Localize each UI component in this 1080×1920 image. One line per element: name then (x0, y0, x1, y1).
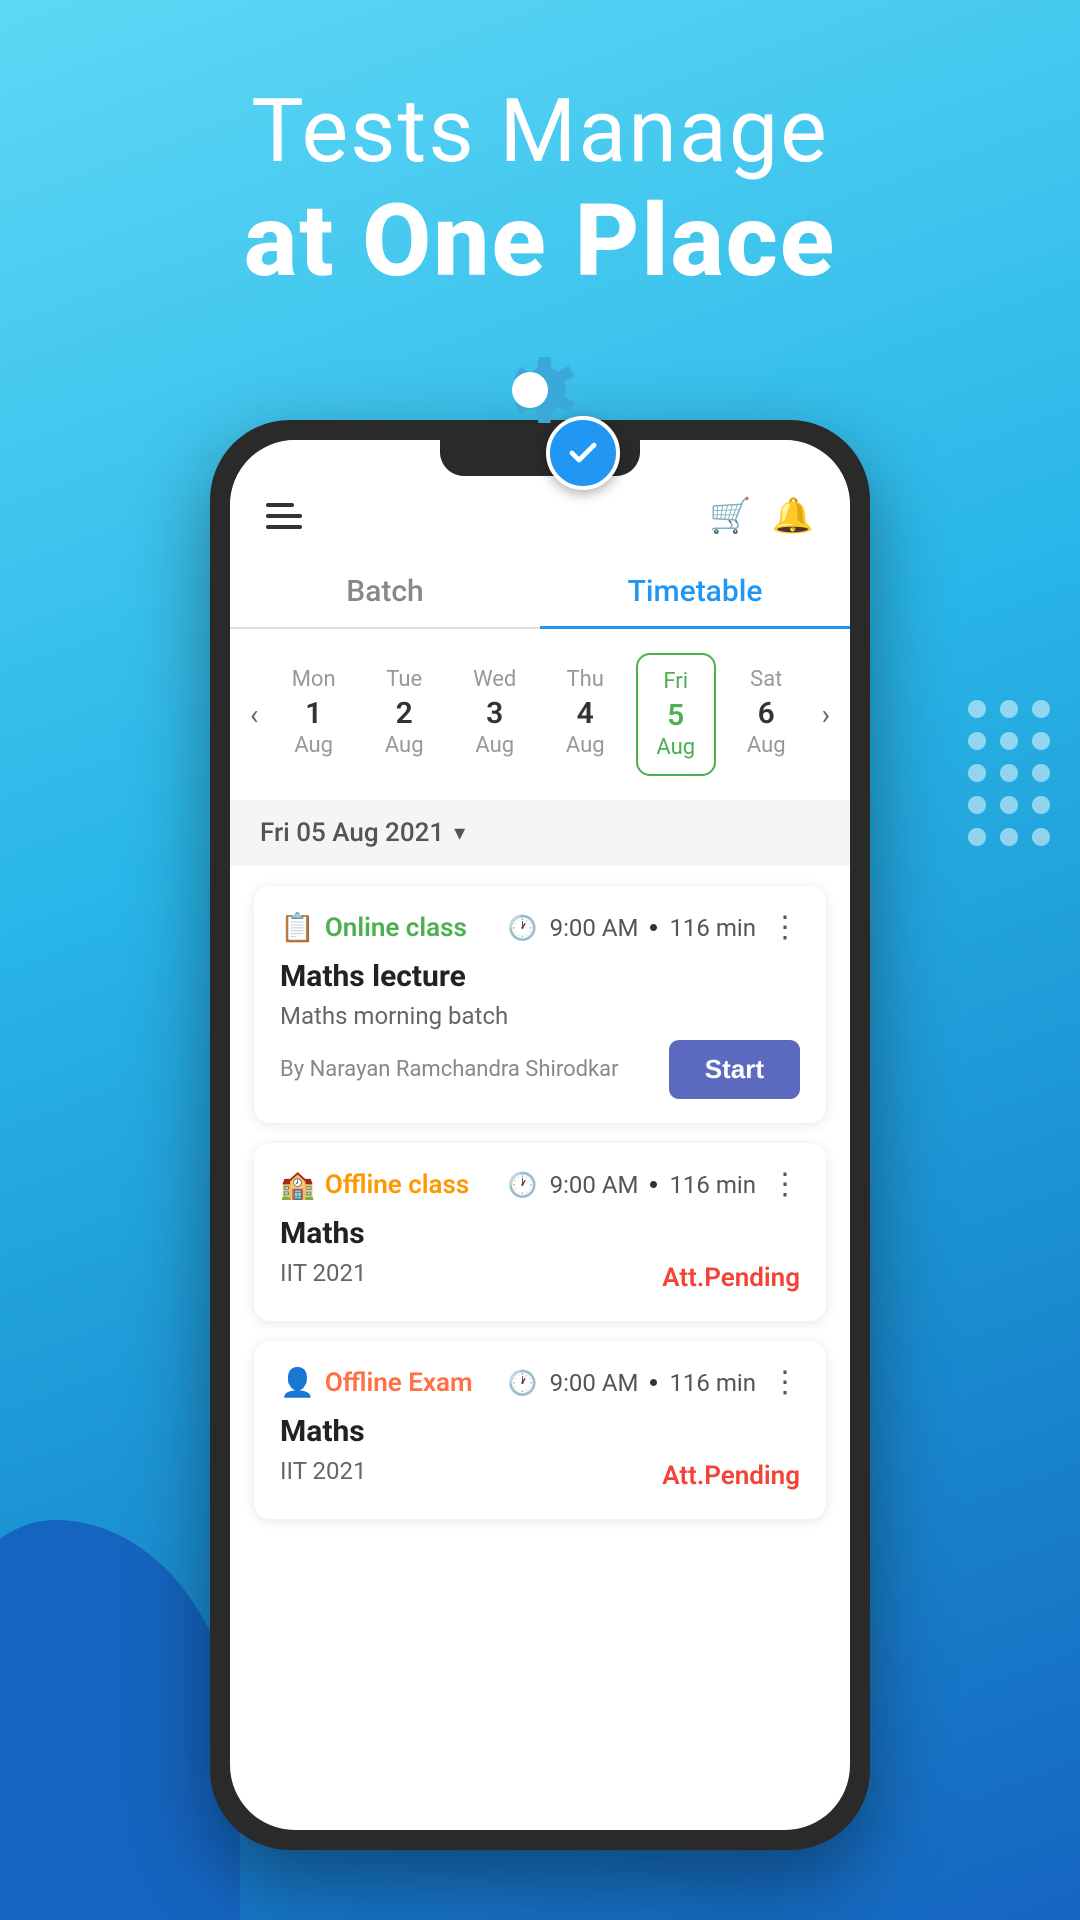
calendar-day-fri[interactable]: Fri 5 Aug (636, 653, 716, 776)
blob-decoration (0, 1520, 240, 1920)
type-text: Offline Exam (325, 1368, 473, 1398)
card-title: Maths lecture (280, 959, 800, 994)
calendar-row: ‹ Mon 1 Aug Tue 2 Aug Wed 3 Aug Thu 4 Au… (230, 629, 850, 800)
class-card-0: 📋 Online class 🕐 9:00 AM 116 min ⋮ Maths… (254, 886, 826, 1123)
card-type-label: 📋 Online class (280, 911, 467, 944)
calendar-day-wed[interactable]: Wed 3 Aug (455, 653, 535, 776)
card-meta: 🕐 9:00 AM 116 min (508, 1171, 756, 1199)
more-options-button[interactable]: ⋮ (770, 1167, 800, 1202)
card-type-label: 👤 Offline Exam (280, 1366, 473, 1399)
bell-icon[interactable]: 🔔 (772, 496, 814, 536)
calendar-next-arrow[interactable]: › (812, 698, 840, 731)
card-duration: 116 min (669, 914, 756, 942)
date-header[interactable]: Fri 05 Aug 2021 ▾ (230, 800, 850, 866)
phone-screen: 🛒 🔔 Batch Timetable ‹ Mon 1 Aug Tue 2 Au… (230, 440, 850, 1830)
att-pending-status: Att.Pending (662, 1461, 800, 1491)
card-subtitle: IIT 2021 (280, 1259, 366, 1287)
tab-batch[interactable]: Batch (230, 556, 540, 627)
card-meta: 🕐 9:00 AM 116 min (508, 914, 756, 942)
card-duration: 116 min (669, 1171, 756, 1199)
cart-icon[interactable]: 🛒 (709, 496, 751, 536)
card-meta: 🕐 9:00 AM 116 min (508, 1369, 756, 1397)
calendar-day-tue[interactable]: Tue 2 Aug (364, 653, 444, 776)
online-icon: 📋 (280, 911, 315, 944)
clock-icon: 🕐 (508, 914, 538, 942)
hero-line2: at One Place (0, 183, 1080, 300)
tabs-container: Batch Timetable (230, 556, 850, 629)
offline-icon: 🏫 (280, 1168, 315, 1201)
card-author: By Narayan Ramchandra Shirodkar (280, 1057, 619, 1082)
header-icons: 🛒 🔔 (709, 496, 814, 536)
card-footer: IIT 2021 Att.Pending (280, 1457, 800, 1495)
card-title: Maths (280, 1414, 800, 1449)
hero-section: Tests Manage at One Place (0, 0, 1080, 300)
class-card-1: 🏫 Offline class 🕐 9:00 AM 116 min ⋮ Math… (254, 1143, 826, 1321)
card-subtitle: IIT 2021 (280, 1457, 366, 1485)
card-time: 9:00 AM (550, 914, 639, 942)
calendar-day-thu[interactable]: Thu 4 Aug (545, 653, 625, 776)
card-time: 9:00 AM (550, 1171, 639, 1199)
phone-mockup: 🛒 🔔 Batch Timetable ‹ Mon 1 Aug Tue 2 Au… (210, 420, 870, 1850)
card-footer: By Narayan Ramchandra Shirodkar Start (280, 1040, 800, 1099)
separator-dot (650, 1181, 657, 1188)
calendar-days: Mon 1 Aug Tue 2 Aug Wed 3 Aug Thu 4 Aug … (268, 653, 811, 776)
calendar-day-mon[interactable]: Mon 1 Aug (274, 653, 354, 776)
hero-line1: Tests Manage (0, 80, 1080, 183)
gear-center (512, 372, 548, 408)
card-type-label: 🏫 Offline class (280, 1168, 469, 1201)
clock-icon: 🕐 (508, 1369, 538, 1397)
chevron-down-icon: ▾ (454, 821, 465, 846)
type-text: Offline class (325, 1170, 469, 1200)
card-time: 9:00 AM (550, 1369, 639, 1397)
exam-icon: 👤 (280, 1366, 315, 1399)
start-button[interactable]: Start (669, 1040, 800, 1099)
more-options-button[interactable]: ⋮ (770, 1365, 800, 1400)
cards-container: 📋 Online class 🕐 9:00 AM 116 min ⋮ Maths… (230, 866, 850, 1539)
type-text: Online class (325, 913, 467, 943)
tab-timetable[interactable]: Timetable (540, 556, 850, 627)
more-options-button[interactable]: ⋮ (770, 910, 800, 945)
clock-icon: 🕐 (508, 1171, 538, 1199)
gear-check-container (460, 330, 620, 490)
check-badge (546, 416, 620, 490)
separator-dot (650, 924, 657, 931)
dots-decoration (968, 700, 1050, 846)
card-title: Maths (280, 1216, 800, 1251)
calendar-day-sat[interactable]: Sat 6 Aug (726, 653, 806, 776)
card-footer: IIT 2021 Att.Pending (280, 1259, 800, 1297)
calendar-prev-arrow[interactable]: ‹ (240, 698, 268, 731)
card-duration: 116 min (669, 1369, 756, 1397)
card-subtitle-text: Maths morning batch (280, 1002, 800, 1030)
selected-date-label: Fri 05 Aug 2021 (260, 818, 444, 848)
class-card-2: 👤 Offline Exam 🕐 9:00 AM 116 min ⋮ Maths… (254, 1341, 826, 1519)
separator-dot (650, 1379, 657, 1386)
att-pending-status: Att.Pending (662, 1263, 800, 1293)
hamburger-menu[interactable] (266, 503, 302, 529)
